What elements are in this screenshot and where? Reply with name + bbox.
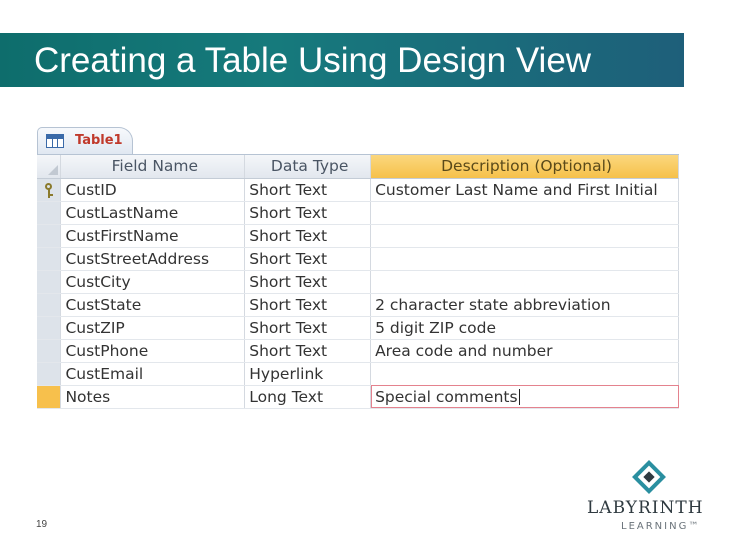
row-selector[interactable] <box>37 339 62 363</box>
table-row: CustStreetAddress Short Text <box>37 247 679 271</box>
table-icon <box>46 134 64 148</box>
slide-title-bar: Creating a Table Using Design View <box>0 33 684 87</box>
table-row: CustLastName Short Text <box>37 201 679 225</box>
description-cell[interactable]: Special comments <box>370 385 679 409</box>
row-selector[interactable] <box>37 270 62 294</box>
text-caret <box>518 388 520 405</box>
tab-label: Table1 <box>75 133 123 148</box>
description-cell[interactable]: 5 digit ZIP code <box>370 316 679 340</box>
row-selector[interactable] <box>37 224 62 248</box>
table-design-view: Table1 Field Name Data Type Description … <box>37 127 679 421</box>
row-selector[interactable] <box>37 247 62 271</box>
table-row: CustPhone Short Text Area code and number <box>37 339 679 363</box>
table-row: Notes Long Text Special comments <box>37 385 679 409</box>
description-text: Special comments <box>375 387 518 406</box>
description-text: 2 character state abbreviation <box>375 295 611 314</box>
logo-subtitle: LEARNING™ <box>621 521 701 532</box>
tab-table1[interactable]: Table1 <box>37 127 133 155</box>
table-row: CustCity Short Text <box>37 270 679 294</box>
table-row: CustFirstName Short Text <box>37 224 679 248</box>
primary-key-icon <box>43 182 55 199</box>
row-selector[interactable] <box>37 385 62 409</box>
description-text: Area code and number <box>375 341 553 360</box>
select-all-corner[interactable] <box>37 155 62 179</box>
data-type-cell[interactable]: Short Text <box>244 247 372 271</box>
description-cell[interactable]: Customer Last Name and First Initial <box>370 178 679 202</box>
data-type-cell[interactable]: Hyperlink <box>244 362 372 386</box>
field-name-cell[interactable]: CustID <box>60 178 246 202</box>
field-name-cell[interactable]: CustEmail <box>60 362 246 386</box>
header-description[interactable]: Description (Optional) <box>370 155 679 179</box>
data-type-cell[interactable]: Short Text <box>244 316 372 340</box>
data-type-cell[interactable]: Short Text <box>244 224 372 248</box>
field-name-cell[interactable]: CustPhone <box>60 339 246 363</box>
table-row: CustState Short Text 2 character state abb… <box>37 293 679 317</box>
field-name-cell[interactable]: Notes <box>60 385 246 409</box>
description-cell[interactable]: 2 character state abbreviation <box>370 293 679 317</box>
row-selector[interactable] <box>37 178 62 202</box>
data-type-cell[interactable]: Short Text <box>244 178 372 202</box>
page-number: 19 <box>36 519 48 530</box>
description-cell[interactable]: Area code and number <box>370 339 679 363</box>
description-cell[interactable] <box>370 224 679 248</box>
header-row: Field Name Data Type Description (Option… <box>37 155 679 179</box>
description-cell[interactable] <box>370 201 679 225</box>
design-grid: Field Name Data Type Description (Option… <box>37 155 679 409</box>
description-cell[interactable] <box>370 362 679 386</box>
labyrinth-logo-icon <box>632 460 666 494</box>
row-selector[interactable] <box>37 362 62 386</box>
row-selector[interactable] <box>37 293 62 317</box>
table-row: CustEmail Hyperlink <box>37 362 679 386</box>
field-name-cell[interactable]: CustZIP <box>60 316 246 340</box>
table-row: CustID Short Text Customer Last Name and F… <box>37 178 679 202</box>
header-field-name[interactable]: Field Name <box>60 155 246 179</box>
data-type-cell[interactable]: Short Text <box>244 339 372 363</box>
description-text: 5 digit ZIP code <box>375 318 496 337</box>
field-name-cell[interactable]: CustStreetAddress <box>60 247 246 271</box>
slide-title: Creating a Table Using Design View <box>34 41 592 80</box>
field-name-cell[interactable]: CustLastName <box>60 201 246 225</box>
field-name-cell[interactable]: CustCity <box>60 270 246 294</box>
field-name-cell[interactable]: CustFirstName <box>60 224 246 248</box>
header-data-type[interactable]: Data Type <box>244 155 372 179</box>
row-selector[interactable] <box>37 201 62 225</box>
row-selector[interactable] <box>37 316 62 340</box>
data-type-cell[interactable]: Short Text <box>244 293 372 317</box>
field-name-cell[interactable]: CustState <box>60 293 246 317</box>
select-all-icon <box>37 155 60 177</box>
description-cell[interactable] <box>370 270 679 294</box>
logo-wordmark: LABYRINTH <box>587 498 704 518</box>
data-type-cell[interactable]: Short Text <box>244 270 372 294</box>
description-text: Customer Last Name and First Initial <box>375 180 658 199</box>
description-cell[interactable] <box>370 247 679 271</box>
table-row: CustZIP Short Text 5 digit ZIP code <box>37 316 679 340</box>
data-type-cell[interactable]: Long Text <box>244 385 372 409</box>
data-type-cell[interactable]: Short Text <box>244 201 372 225</box>
